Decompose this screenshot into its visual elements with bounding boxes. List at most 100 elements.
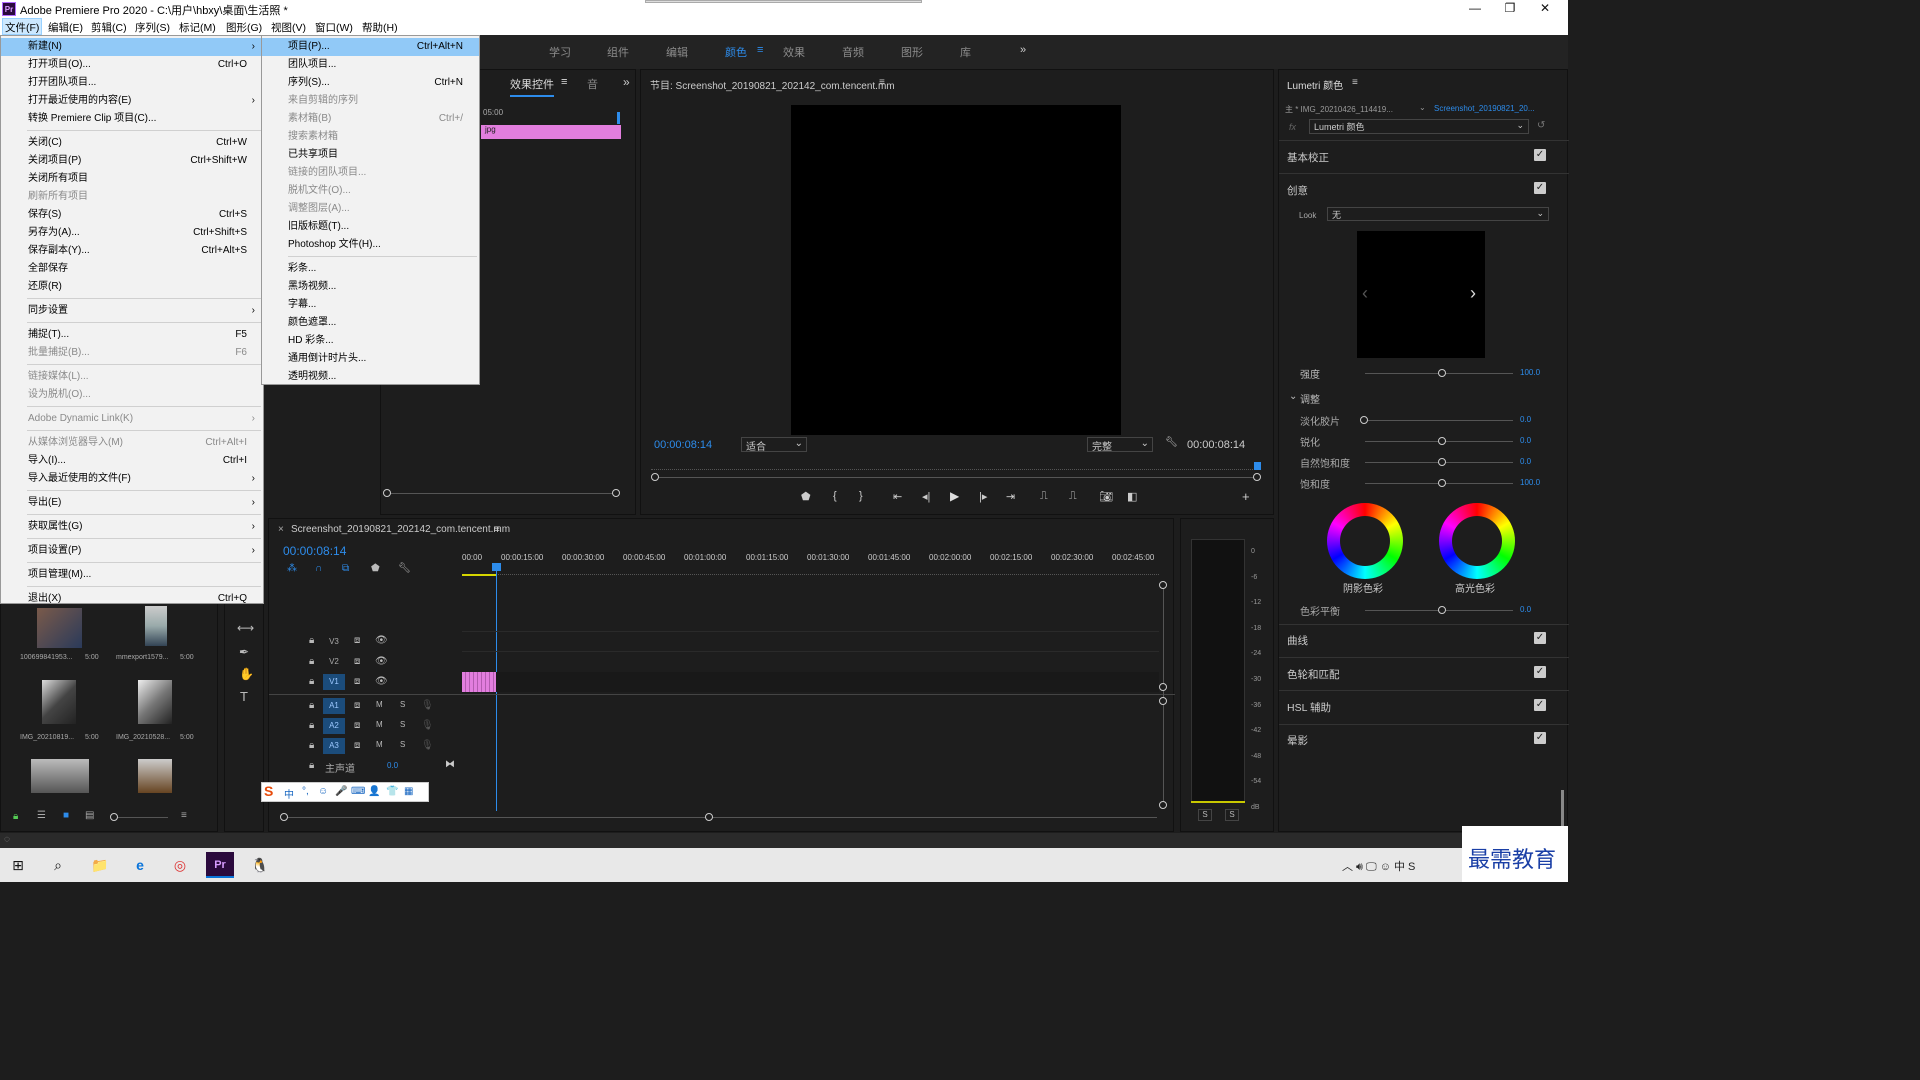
fit-select[interactable]: 适合 ⌄: [741, 437, 807, 453]
file_menu-item[interactable]: 打开最近使用的内容(E) ›: [1, 92, 263, 110]
ime-account[interactable]: 👤: [368, 786, 380, 797]
file-explorer-icon[interactable]: 📁: [86, 852, 114, 878]
chrome-icon[interactable]: ◎: [166, 852, 194, 878]
timeline-settings-icon[interactable]: 🔧︎: [398, 563, 411, 574]
icon-view-icon[interactable]: ■: [63, 810, 69, 821]
workspace-libraries[interactable]: 库: [960, 44, 971, 60]
v1-sync-icon[interactable]: ⧈: [354, 676, 360, 687]
list-view-icon[interactable]: ☰: [37, 810, 46, 821]
vibrance-value[interactable]: 0.0: [1520, 457, 1531, 466]
solo-left-button[interactable]: S: [1198, 809, 1212, 821]
look-select[interactable]: 无 ⌄: [1327, 207, 1549, 221]
v1-eye-icon[interactable]: 👁︎: [375, 676, 388, 687]
menu-help[interactable]: 帮助(H): [362, 20, 398, 35]
go-to-out-icon[interactable]: ⇥: [1006, 490, 1015, 503]
section-color-wheels-checkbox[interactable]: ✓: [1534, 666, 1546, 678]
file_menu-item[interactable]: 全部保存: [1, 260, 263, 278]
ec-scroll-left[interactable]: [383, 489, 391, 497]
vscroll-bottom[interactable]: [1159, 801, 1167, 809]
new_submenu-item[interactable]: 通用倒计时片头...: [262, 350, 479, 368]
ec-scroll-right[interactable]: [612, 489, 620, 497]
fade-value[interactable]: 0.0: [1520, 415, 1531, 424]
balance-value[interactable]: 0.0: [1520, 605, 1531, 614]
a3-solo-button[interactable]: S: [400, 740, 405, 749]
tray-icons[interactable]: ︿ 🔊︎ 🖵 ☺ 中 S: [1342, 858, 1415, 874]
file_menu-item[interactable]: 项目管理(M)...: [1, 566, 263, 584]
linked-selection-icon[interactable]: ⧉: [342, 563, 349, 574]
lock-icon[interactable]: 🔒︎: [13, 811, 18, 822]
add-marker-icon[interactable]: ⬟: [371, 563, 380, 574]
ec-scrollbar[interactable]: [389, 493, 619, 494]
section-curves[interactable]: 曲线: [1287, 633, 1308, 648]
menu-view[interactable]: 视图(V): [271, 20, 306, 35]
a2-lock-icon[interactable]: 🔒︎: [309, 720, 314, 731]
sort-icon[interactable]: ≡: [181, 810, 187, 821]
workspace-audio[interactable]: 音频: [842, 44, 864, 60]
ime-toolbox[interactable]: ▦: [404, 786, 413, 797]
file_menu-item[interactable]: 导入最近使用的文件(F) ›: [1, 470, 263, 488]
tab-effect-controls[interactable]: 效果控件: [510, 76, 554, 97]
highlight-tint-wheel[interactable]: [1439, 503, 1515, 579]
workspace-color[interactable]: 颜色: [725, 44, 747, 60]
file_menu-item[interactable]: 关闭项目(P) Ctrl+Shift+W: [1, 152, 263, 170]
file_menu-item[interactable]: 捕捉(T)... F5: [1, 326, 263, 344]
new_submenu-item[interactable]: 颜色遮罩...: [262, 314, 479, 332]
track-v1[interactable]: V1: [323, 674, 345, 690]
new_submenu-item[interactable]: 黑场视频...: [262, 278, 479, 296]
add-marker-icon[interactable]: ⬟: [801, 490, 811, 503]
workspace-learn[interactable]: 学习: [549, 44, 571, 60]
file_menu-item[interactable]: 获取属性(G) ›: [1, 518, 263, 536]
timeline-timecode[interactable]: 00:00:08:14: [283, 544, 346, 558]
menu-marker[interactable]: 标记(M): [179, 20, 216, 35]
timeline-scrollbar[interactable]: [285, 817, 1157, 818]
new_submenu-item[interactable]: 透明视频...: [262, 368, 479, 386]
ime-chinese[interactable]: 中: [284, 786, 294, 801]
master-track-value[interactable]: 0.0: [387, 761, 398, 770]
workspace-overflow-icon[interactable]: »: [1020, 44, 1026, 56]
shadow-tint-wheel[interactable]: [1327, 503, 1403, 579]
program-playhead[interactable]: [1254, 462, 1261, 470]
lift-icon[interactable]: ⎍: [1040, 490, 1048, 503]
nest-icon[interactable]: ⁂: [287, 563, 297, 574]
ime-emoji[interactable]: ☺: [318, 786, 328, 797]
section-basic[interactable]: 基本校正: [1287, 150, 1329, 165]
file_menu-item[interactable]: 保存副本(Y)... Ctrl+Alt+S: [1, 242, 263, 260]
bin-thumb-1[interactable]: [37, 608, 82, 648]
timeline-scroll-right[interactable]: [705, 813, 713, 821]
extract-icon[interactable]: ⎍: [1069, 490, 1077, 503]
v3-eye-icon[interactable]: 👁︎: [375, 635, 388, 646]
timeline-menu-icon[interactable]: ≡: [494, 524, 500, 535]
section-hsl[interactable]: HSL 辅助: [1287, 700, 1331, 715]
new_submenu-item[interactable]: 项目(P)... Ctrl+Alt+N: [262, 38, 479, 56]
ime-skin[interactable]: 👕: [386, 786, 398, 797]
file_menu-item[interactable]: 同步设置 ›: [1, 302, 263, 320]
ime-keyboard[interactable]: ⌨: [351, 786, 365, 797]
file_menu-item[interactable]: 退出(X) Ctrl+Q: [1, 590, 263, 608]
a1-sync-icon[interactable]: ⧈: [354, 700, 360, 711]
file_menu-item[interactable]: 另存为(A)... Ctrl+Shift+S: [1, 224, 263, 242]
mark-out-icon[interactable]: }: [859, 490, 863, 502]
file_menu-item[interactable]: 关闭所有项目: [1, 170, 263, 188]
ime-voice[interactable]: 🎤: [335, 786, 347, 797]
adjust-label[interactable]: 调整: [1300, 391, 1320, 406]
tab-menu-icon[interactable]: ≡: [561, 76, 567, 88]
program-zoom-bar[interactable]: [657, 477, 1257, 478]
section-creative[interactable]: 创意: [1287, 183, 1308, 198]
section-hsl-checkbox[interactable]: ✓: [1534, 699, 1546, 711]
file_menu-item[interactable]: 关闭(C) Ctrl+W: [1, 134, 263, 152]
section-color-wheels[interactable]: 色轮和匹配: [1287, 667, 1340, 682]
settings-wrench-icon[interactable]: 🔧︎: [1165, 437, 1178, 448]
intensity-knob[interactable]: [1438, 369, 1446, 377]
a2-mic-icon[interactable]: 🎙︎: [421, 720, 434, 731]
work-area-bar[interactable]: [462, 574, 497, 576]
go-to-end-icon[interactable]: ⧓: [445, 759, 455, 770]
time-ruler[interactable]: 00:00 00:00:15:00 00:00:30:00 00:00:45:0…: [462, 553, 1162, 567]
zoom-knob[interactable]: [110, 813, 118, 821]
track-a1[interactable]: A1: [323, 698, 345, 714]
lumetri-sequence-clip[interactable]: Screenshot_20190821_20...: [1434, 104, 1535, 113]
section-curves-checkbox[interactable]: ✓: [1534, 632, 1546, 644]
bin-thumb-6[interactable]: [138, 759, 172, 793]
section-creative-checkbox[interactable]: ✓: [1534, 182, 1546, 194]
ec-clip-bar[interactable]: jpg: [481, 125, 621, 139]
v2-lock-icon[interactable]: 🔒︎: [309, 656, 314, 667]
